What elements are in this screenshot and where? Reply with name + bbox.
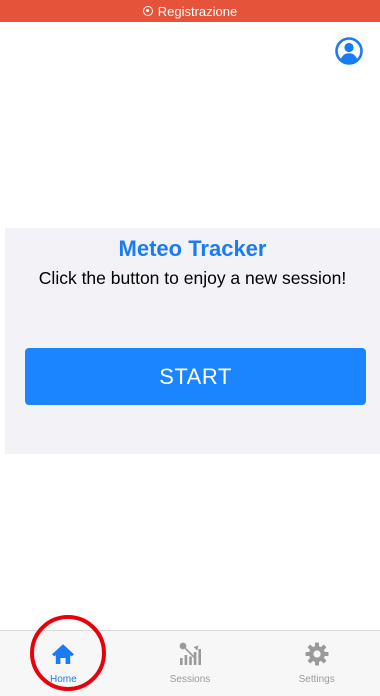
tab-bar: Home Sessions Settings xyxy=(0,630,380,696)
profile-button[interactable] xyxy=(334,36,364,66)
recording-label: Registrazione xyxy=(157,3,238,19)
tab-settings-label: Settings xyxy=(298,674,335,685)
tab-home-label: Home xyxy=(49,674,77,685)
start-button[interactable]: START xyxy=(25,348,366,405)
recording-status-bar[interactable]: Registrazione xyxy=(0,0,380,22)
chart-bars-icon xyxy=(179,642,201,665)
app-title: Meteo Tracker xyxy=(118,236,267,261)
tab-sessions[interactable]: Sessions xyxy=(127,631,254,696)
record-icon xyxy=(142,6,153,16)
tab-settings[interactable]: Settings xyxy=(253,631,380,696)
tab-sessions-label: Sessions xyxy=(169,674,211,685)
tab-home[interactable]: Home xyxy=(0,631,127,696)
home-icon xyxy=(52,644,75,664)
user-circle-icon xyxy=(335,37,363,65)
session-card: Meteo Tracker Click the button to enjoy … xyxy=(5,228,380,454)
gear-icon xyxy=(305,642,329,666)
session-prompt: Click the button to enjoy a new session! xyxy=(38,268,347,288)
